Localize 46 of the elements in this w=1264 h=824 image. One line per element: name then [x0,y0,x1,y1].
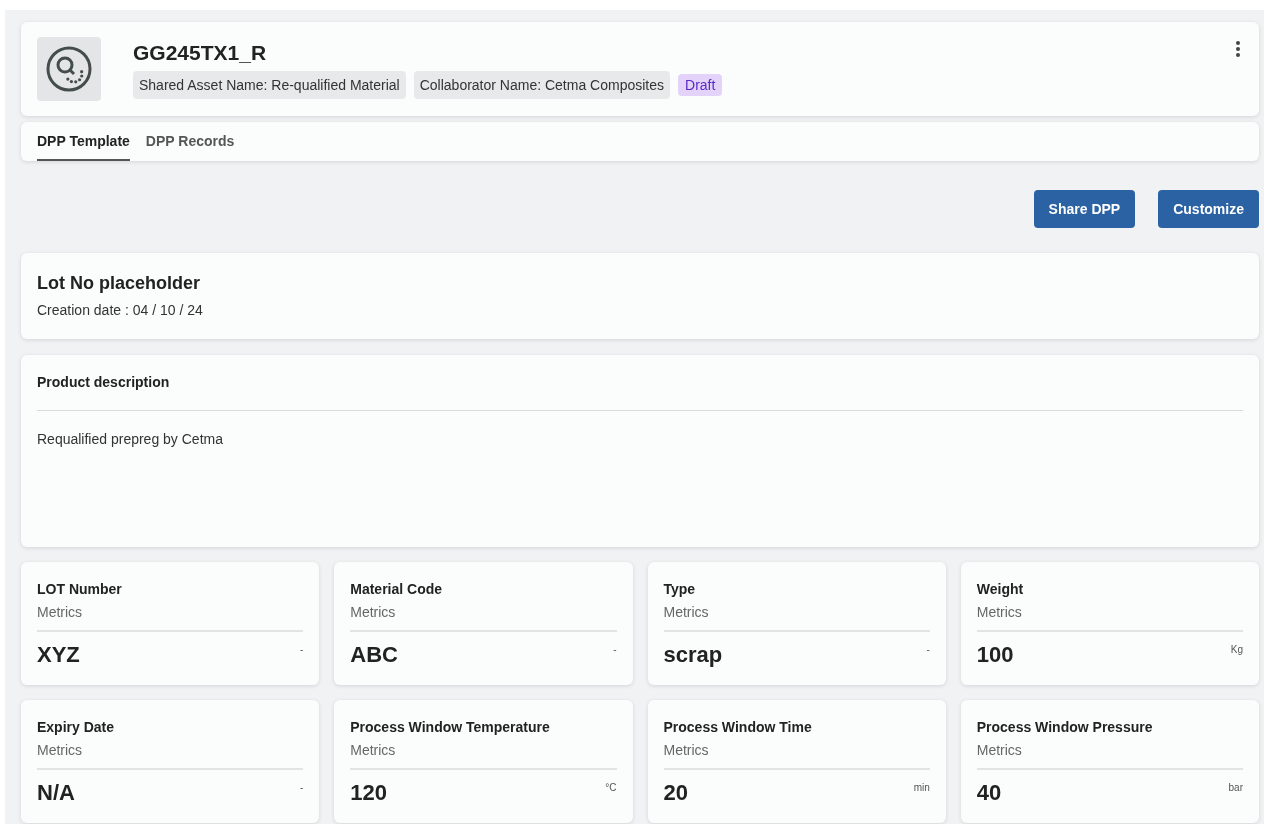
creation-date: Creation date : 04 / 10 / 24 [37,302,204,318]
metric-title: Process Window Pressure [976,719,1154,735]
metric-value: 100 [976,642,1014,668]
metric-value: ABC [350,642,398,668]
metric-unit: °C [605,782,617,793]
metric-unit: - [299,782,304,793]
metric-title: LOT Number [37,581,123,597]
metric-title: Process Window Temperature [350,719,551,735]
metric-unit: bar [1228,782,1243,793]
metric-subtitle: Metrics [976,742,1243,770]
info-chip: Collaborator Name: Cetma Composites [413,71,670,99]
metric-title: Expiry Date [37,719,116,735]
tab[interactable]: DPP Template [37,122,130,161]
description-text: Requalified prepreg by Cetma [37,431,224,447]
metric-unit: min [913,782,930,793]
status-badge: Draft [678,74,723,96]
metric-subtitle: Metrics [350,742,617,770]
metric-value: 120 [350,780,387,806]
asset-title: GG245TX1_R [133,41,268,65]
metric-unit: Kg [1230,644,1243,655]
metric-subtitle: Metrics [663,604,930,632]
metric-subtitle: Metrics [976,604,1243,632]
metric-value: 40 [976,780,1002,806]
metric-value: N/A [37,780,75,806]
metric-subtitle: Metrics [37,742,304,770]
metric-title: Type [663,581,697,597]
metric-subtitle: Metrics [350,604,617,632]
metric-value: scrap [663,642,723,668]
action-button[interactable]: Share DPP [1033,190,1136,228]
metric-title: Weight [976,581,1025,597]
metric-subtitle: Metrics [663,742,930,770]
action-button[interactable]: Customize [1158,190,1259,228]
metric-title: Material Code [350,581,444,597]
metric-subtitle: Metrics [37,604,304,632]
metric-value: 20 [663,780,688,806]
logo-icon [37,37,101,101]
metric-unit: - [926,644,930,655]
metric-value: XYZ [37,642,80,668]
metric-unit: - [613,644,617,655]
more-menu-icon[interactable] [1235,40,1241,58]
metric-title: Process Window Time [663,719,813,735]
lot-title: Lot No placeholder [37,273,201,294]
description-title: Product description [37,374,1243,411]
tab[interactable]: DPP Records [145,122,235,161]
metric-unit: - [299,644,304,655]
info-chip: Shared Asset Name: Re-qualified Material [133,71,406,99]
